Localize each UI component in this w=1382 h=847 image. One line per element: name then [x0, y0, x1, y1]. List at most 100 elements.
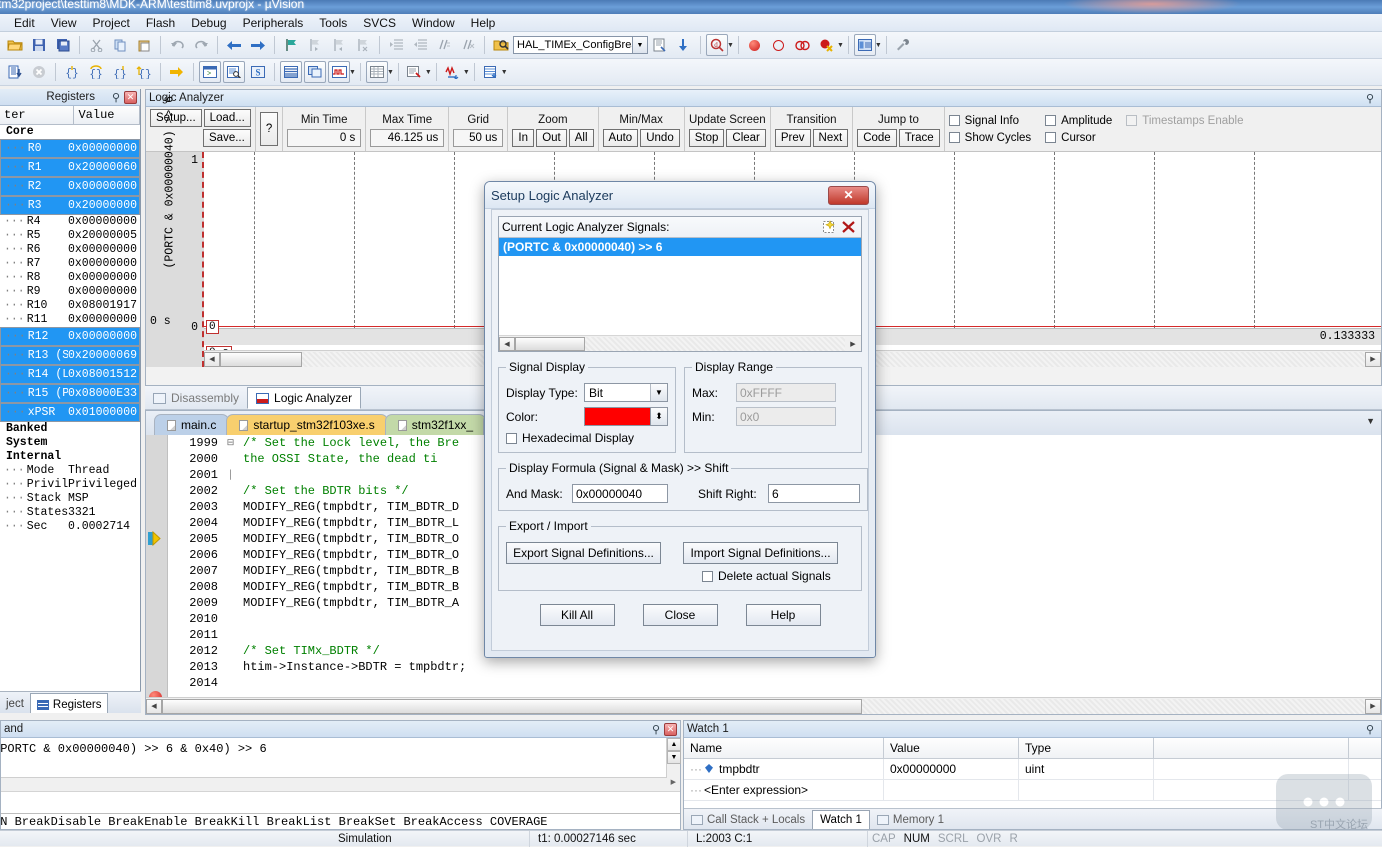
- left-tab-registers[interactable]: Registers: [29, 693, 109, 713]
- find-in-files-icon[interactable]: [490, 34, 512, 56]
- pin-icon[interactable]: ⚲: [1366, 92, 1374, 105]
- register-row[interactable]: ··· R12 0x00000000: [0, 327, 140, 346]
- zoom-all-button[interactable]: All: [568, 128, 594, 147]
- debug-dropdown-arrow-icon[interactable]: ▼: [727, 42, 734, 49]
- display-type-select[interactable]: Bit ▼: [584, 383, 668, 402]
- jump-code-button[interactable]: Code: [857, 128, 897, 147]
- code-line[interactable]: 2014: [168, 675, 1381, 691]
- trace-window-icon[interactable]: [442, 61, 464, 83]
- transition-prev-button[interactable]: Prev: [774, 128, 811, 147]
- register-row[interactable]: ··· Stack MSP: [0, 492, 140, 506]
- analysis-tab-logic-analyzer[interactable]: Logic Analyzer: [247, 387, 362, 409]
- show-next-statement-icon[interactable]: [166, 61, 188, 83]
- column-header-name[interactable]: Name: [684, 738, 884, 758]
- cursor-checkbox[interactable]: [1045, 132, 1057, 143]
- tab-list-dropdown-icon[interactable]: ▼: [1366, 416, 1375, 426]
- fold-marker-icon[interactable]: [224, 531, 237, 547]
- fold-marker-icon[interactable]: [224, 515, 237, 531]
- save-all-icon[interactable]: [52, 34, 74, 56]
- signal-info-checkbox-row[interactable]: Signal Info: [948, 112, 1031, 129]
- watch-name[interactable]: ··· <Enter expression>: [684, 780, 884, 800]
- watch-rows[interactable]: ··· tmpbdtr 0x00000000 uint ··· <Enter expres…: [684, 759, 1381, 801]
- paste-icon[interactable]: [133, 34, 155, 56]
- fold-marker-icon[interactable]: [224, 643, 237, 659]
- function-combo-input[interactable]: HAL_TIMEx_ConfigBreakD: [513, 36, 633, 54]
- command-scroll-up-icon[interactable]: ▲: [667, 738, 681, 751]
- register-row[interactable]: ··· States 3321: [0, 506, 140, 520]
- next-bookmark-icon[interactable]: [304, 34, 326, 56]
- pin-icon[interactable]: ⚲: [112, 91, 120, 104]
- update-stop-button[interactable]: Stop: [688, 128, 725, 147]
- editor-gutter[interactable]: [146, 435, 168, 697]
- menu-item-help[interactable]: Help: [463, 15, 504, 31]
- browse-symbols-icon[interactable]: [649, 34, 671, 56]
- watch-value[interactable]: [884, 780, 1019, 800]
- menu-item-view[interactable]: View: [43, 15, 85, 31]
- help-button[interactable]: Help: [745, 604, 821, 626]
- register-row[interactable]: ··· R6 0x00000000: [0, 243, 140, 257]
- register-row[interactable]: ··· R9 0x00000000: [0, 285, 140, 299]
- memory-window-icon[interactable]: [365, 61, 388, 83]
- trace-dropdown-arrow-icon[interactable]: ▼: [463, 69, 470, 76]
- save-button[interactable]: Save...: [203, 129, 251, 147]
- zoom-out-button[interactable]: Out: [536, 128, 567, 147]
- color-dropdown-arrow-icon[interactable]: ⬍: [650, 408, 667, 425]
- pin-icon[interactable]: ⚲: [652, 723, 660, 736]
- register-row[interactable]: ··· R1 0x20000060: [0, 158, 140, 177]
- step-out-icon[interactable]: {}: [109, 61, 131, 83]
- outdent-icon[interactable]: [409, 34, 431, 56]
- redo-icon[interactable]: [190, 34, 212, 56]
- max-input[interactable]: 0xFFFF: [736, 383, 836, 402]
- system-viewer-icon[interactable]: [480, 61, 502, 83]
- register-row[interactable]: ··· R5 0x20000005: [0, 229, 140, 243]
- column-header-value[interactable]: Value: [884, 738, 1019, 758]
- comment-icon[interactable]: [433, 34, 455, 56]
- signals-list[interactable]: (PORTC & 0x00000040) >> 6: [499, 238, 861, 335]
- max-time-field[interactable]: 46.125 us: [370, 128, 445, 147]
- minmax-auto-button[interactable]: Auto: [602, 128, 639, 147]
- menu-item-debug[interactable]: Debug: [183, 15, 234, 31]
- clear-bookmarks-icon[interactable]: [352, 34, 374, 56]
- symbol-window-icon[interactable]: S: [247, 61, 269, 83]
- command-scroll-down-icon[interactable]: ▼: [667, 751, 681, 764]
- close-icon[interactable]: ✕: [124, 90, 137, 104]
- file-tab-main-c[interactable]: main.c: [154, 414, 230, 435]
- menu-item-peripherals[interactable]: Peripherals: [235, 15, 312, 31]
- watch-tab-watch-1[interactable]: Watch 1: [812, 810, 870, 829]
- debug-session-icon[interactable]: d: [706, 34, 728, 56]
- step-over-icon[interactable]: {}: [85, 61, 107, 83]
- windows-dropdown-arrow-icon[interactable]: ▼: [875, 42, 882, 49]
- new-signal-icon[interactable]: [820, 219, 839, 236]
- fold-marker-icon[interactable]: [224, 611, 237, 627]
- menu-item-window[interactable]: Window: [404, 15, 463, 31]
- register-row[interactable]: ··· R11 0x00000000: [0, 313, 140, 327]
- load-button[interactable]: Load...: [203, 109, 251, 127]
- register-row[interactable]: ···R14 (LR)0x08001512: [0, 365, 140, 384]
- color-picker-button[interactable]: ⬍: [584, 407, 668, 426]
- cursor-checkbox-row[interactable]: Cursor: [1045, 129, 1112, 146]
- register-row[interactable]: ··· R7 0x00000000: [0, 257, 140, 271]
- amplitude-checkbox[interactable]: [1045, 115, 1057, 126]
- open-file-icon[interactable]: [4, 34, 26, 56]
- serial-dropdown-arrow-icon[interactable]: ▼: [425, 69, 432, 76]
- fold-marker-icon[interactable]: [224, 659, 237, 675]
- register-row[interactable]: ··· R3 0x20000000: [0, 196, 140, 215]
- amplitude-checkbox-row[interactable]: Amplitude: [1045, 112, 1112, 129]
- column-header-value[interactable]: Value: [74, 106, 140, 124]
- update-clear-button[interactable]: Clear: [726, 128, 766, 147]
- jump-trace-button[interactable]: Trace: [898, 128, 940, 147]
- delete-actual-signals-checkbox[interactable]: [702, 570, 713, 582]
- insert-breakpoint-icon[interactable]: [744, 34, 766, 56]
- menu-item-edit[interactable]: Edit: [6, 15, 43, 31]
- fold-marker-icon[interactable]: │: [224, 467, 237, 483]
- register-row[interactable]: ···PrivilegePrivileged: [0, 478, 140, 492]
- command-hscrollbar[interactable]: ▶: [1, 778, 680, 792]
- forward-arrow-icon[interactable]: [247, 34, 269, 56]
- hexadecimal-display-row[interactable]: Hexadecimal Display: [506, 431, 668, 445]
- copy-icon[interactable]: [109, 34, 131, 56]
- uncomment-icon[interactable]: [457, 34, 479, 56]
- delete-actual-signals-row[interactable]: Delete actual Signals: [702, 569, 854, 583]
- code-line[interactable]: 2013 htim->Instance->BDTR = tmpbdtr;: [168, 659, 1381, 675]
- fold-marker-icon[interactable]: ⊟: [224, 435, 237, 451]
- kill-all-button[interactable]: Kill All: [539, 604, 615, 626]
